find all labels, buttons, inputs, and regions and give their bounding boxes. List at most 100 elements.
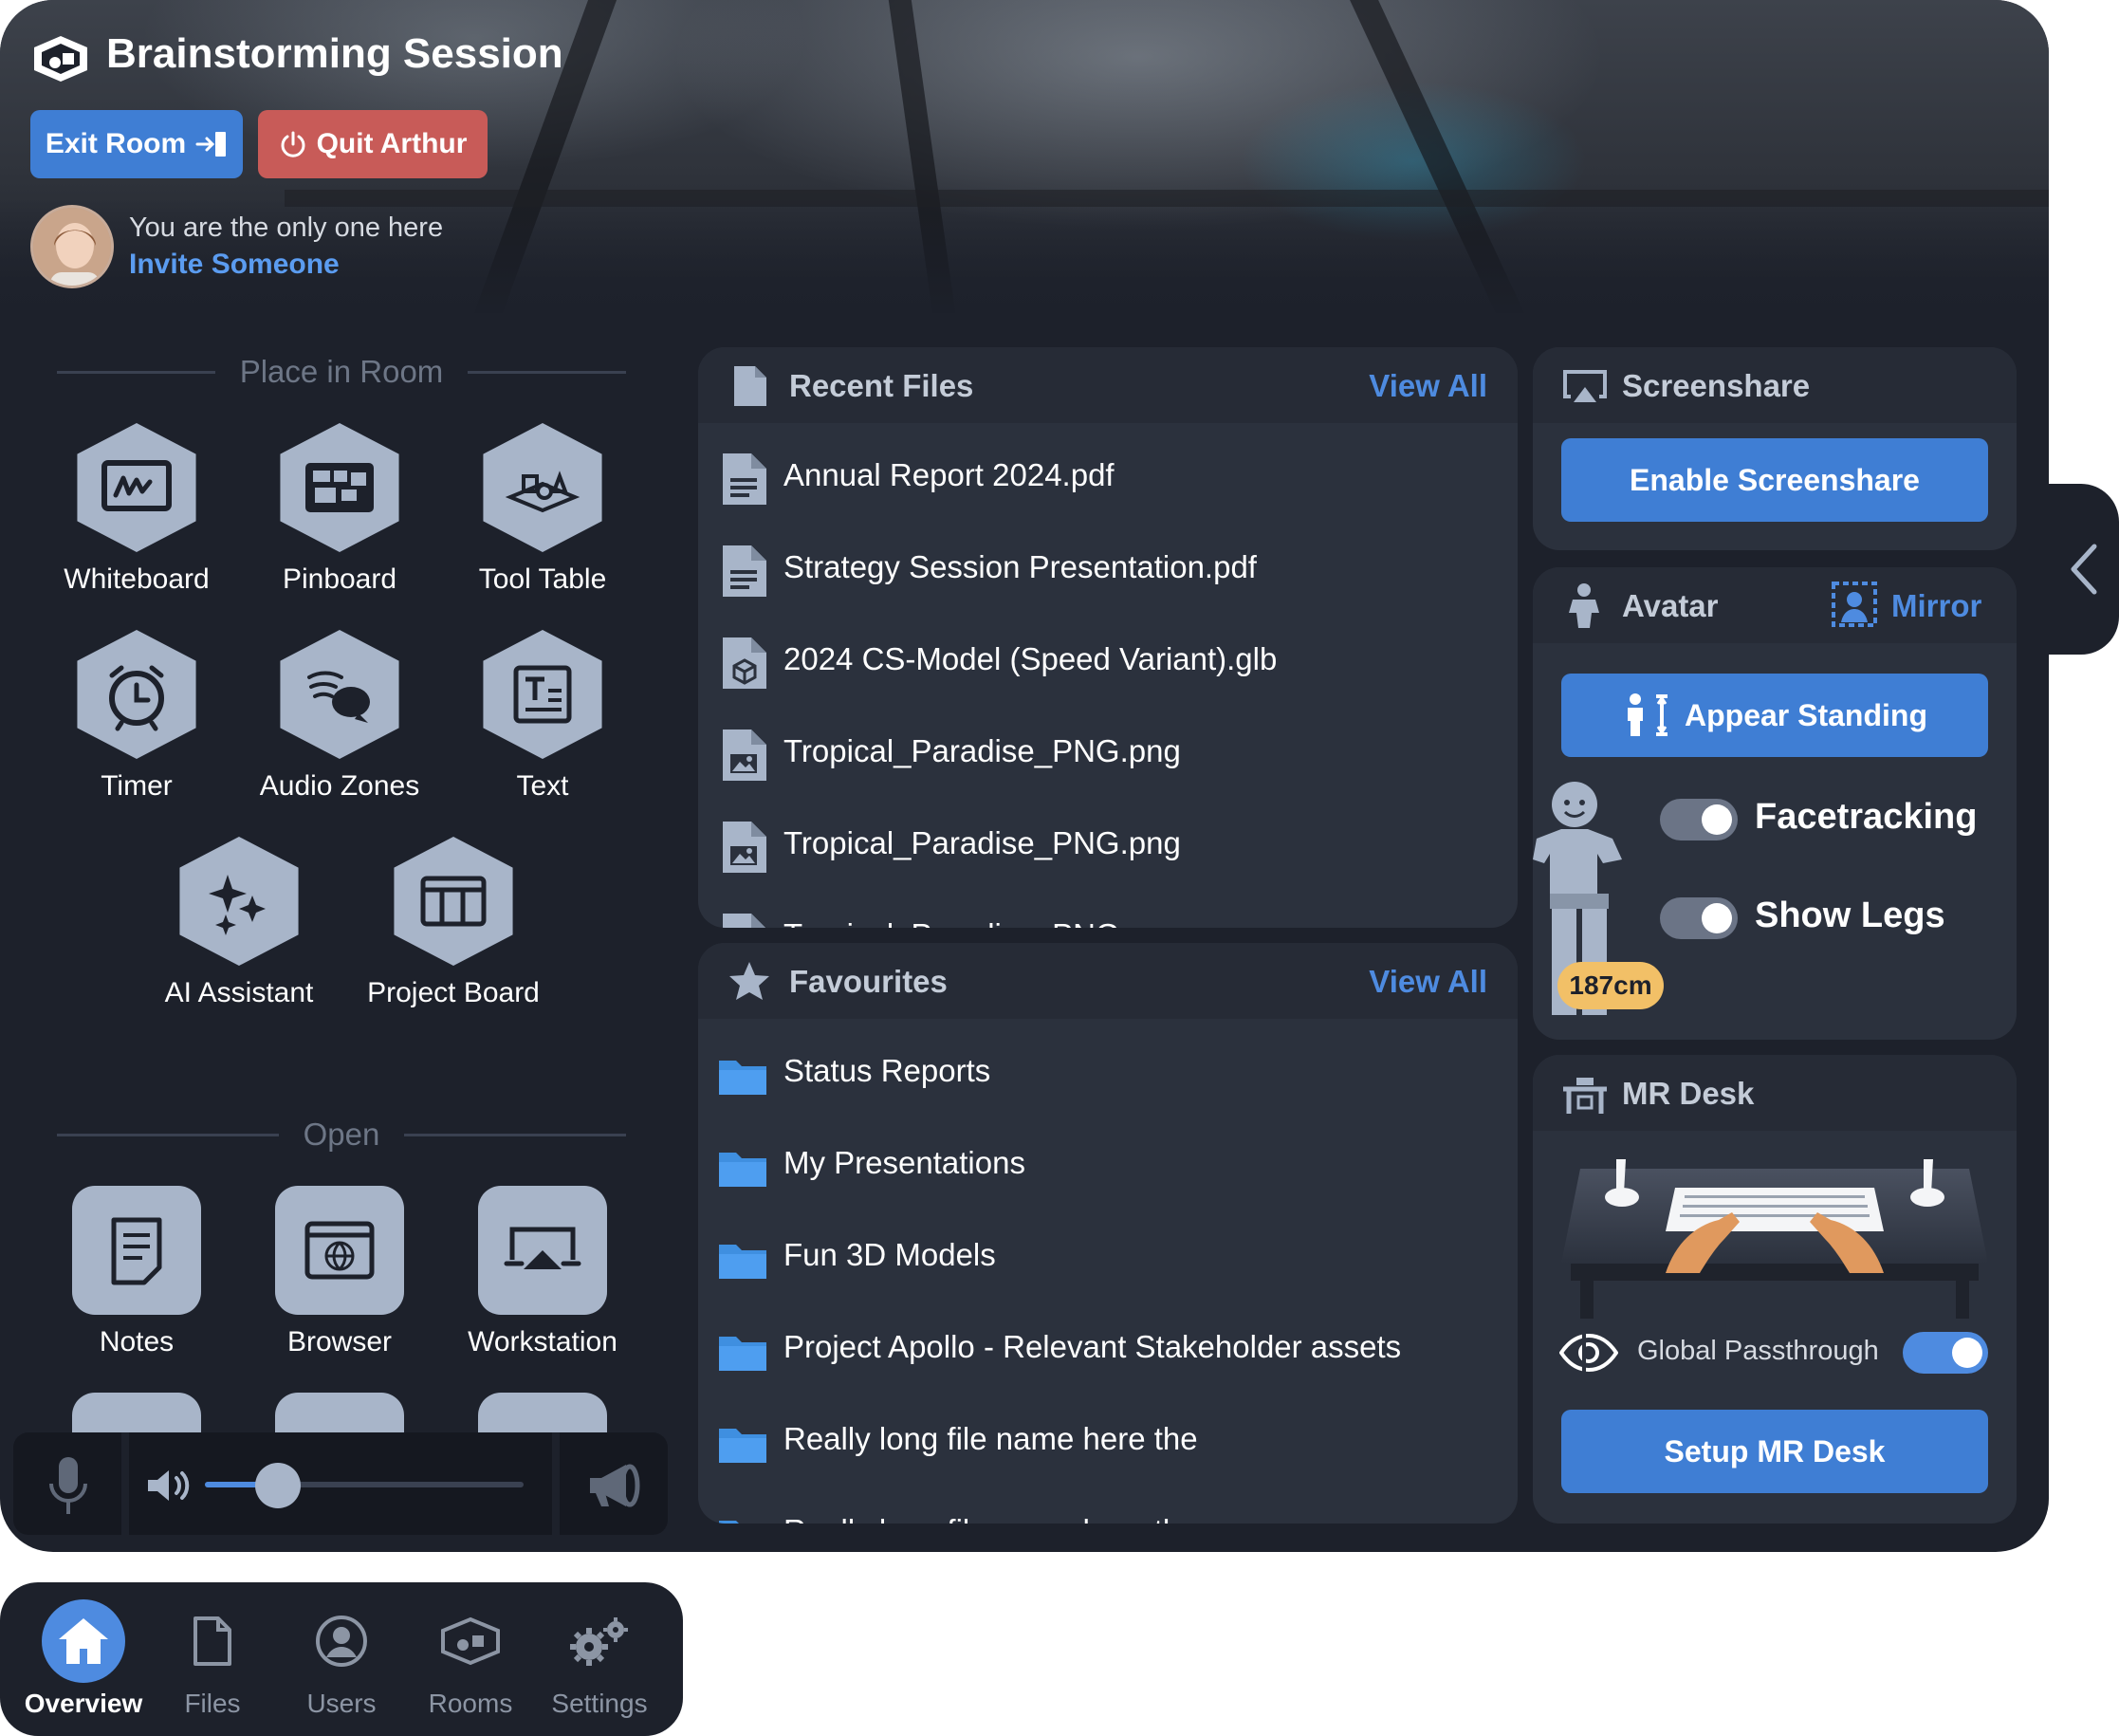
favourite-folder-row[interactable]: Really long file name here the — [698, 1396, 1518, 1487]
eye-passthrough-icon — [1559, 1333, 1618, 1373]
star-icon — [729, 962, 769, 1000]
presence-text: You are the only one here — [129, 212, 444, 243]
tool-audio-zones[interactable]: Audio Zones — [245, 630, 434, 829]
image-file-icon — [723, 822, 766, 873]
sparkles-icon — [209, 875, 266, 935]
model-file-icon — [723, 637, 766, 689]
power-icon — [281, 131, 305, 157]
recent-file-row[interactable]: 2024 CS-Model (Speed Variant).glb — [698, 617, 1518, 708]
chevron-left-icon — [2071, 544, 2097, 595]
volume-slider-handle[interactable] — [255, 1463, 301, 1508]
tool-ai-assistant[interactable]: AI Assistant — [144, 837, 334, 1036]
global-passthrough-toggle[interactable] — [1903, 1332, 1988, 1374]
recent-file-row[interactable]: Tropical_Paradise_PNG.png — [698, 893, 1518, 928]
tool-text[interactable]: Text — [448, 630, 637, 829]
file-icon — [193, 1616, 231, 1666]
open-heading: Open — [303, 1117, 380, 1152]
invite-someone-link[interactable]: Invite Someone — [129, 249, 340, 281]
tool-label: Project Board — [367, 977, 540, 1008]
tool-project-board[interactable]: Project Board — [359, 837, 548, 1036]
favourites-title: Favourites — [789, 964, 948, 999]
quit-app-button[interactable]: Quit Arthur — [258, 110, 488, 178]
browser-icon — [304, 1221, 375, 1280]
quit-app-label: Quit Arthur — [316, 128, 468, 159]
audio-controls — [13, 1432, 668, 1535]
app-notes[interactable]: Notes — [42, 1186, 231, 1385]
tool-label: Tool Table — [478, 563, 607, 595]
folder-icon — [719, 1245, 766, 1279]
text-icon — [513, 665, 572, 724]
facetracking-label: Facetracking — [1755, 797, 1978, 837]
mr-desk-card: MR Desk Global Passthrough Setup MR Desk — [1533, 1055, 2017, 1524]
user-icon — [316, 1616, 367, 1667]
app-logo-icon — [34, 36, 87, 82]
recent-file-row[interactable]: Tropical_Paradise_PNG.png — [698, 801, 1518, 892]
file-name: Strategy Session Presentation.pdf — [783, 549, 1257, 584]
mr-desk-illustration — [1561, 1159, 1988, 1319]
favourites-view-all-link[interactable]: View All — [1369, 964, 1487, 1000]
app-browser[interactable]: Browser — [245, 1186, 434, 1385]
folder-name: Fun 3D Models — [783, 1237, 996, 1272]
tool-pinboard[interactable]: Pinboard — [245, 423, 434, 622]
setup-mr-desk-button[interactable]: Setup MR Desk — [1561, 1410, 1988, 1493]
user-avatar[interactable] — [30, 205, 114, 288]
audio-zones-icon — [307, 671, 370, 723]
tool-whiteboard[interactable]: Whiteboard — [42, 423, 231, 622]
app-workstation[interactable]: Workstation — [448, 1186, 637, 1385]
folder-icon — [719, 1521, 739, 1524]
workstation-icon — [504, 1227, 581, 1269]
megaphone-icon[interactable] — [586, 1461, 643, 1510]
screenshare-icon — [1563, 370, 1607, 402]
nav-label: Settings — [551, 1689, 648, 1718]
file-name: 2024 CS-Model (Speed Variant).glb — [783, 641, 1278, 676]
favourite-folder-row[interactable]: Fun 3D Models — [698, 1212, 1518, 1303]
file-name: Annual Report 2024.pdf — [783, 457, 1115, 492]
timer-icon — [109, 665, 164, 731]
exit-room-button[interactable]: Exit Room — [30, 110, 243, 178]
show-legs-toggle[interactable] — [1660, 897, 1738, 939]
facetracking-toggle[interactable] — [1660, 799, 1738, 840]
standing-person-icon — [1627, 693, 1668, 736]
folder-icon — [719, 1061, 766, 1095]
favourite-folder-row[interactable]: Project Apollo - Relevant Stakeholder as… — [698, 1304, 1518, 1395]
gears-icon — [570, 1617, 628, 1666]
folder-name: Project Apollo - Relevant Stakeholder as… — [783, 1329, 1402, 1364]
mirror-toggle[interactable]: Mirror — [1831, 581, 1998, 632]
file-name: Tropical_Paradise_PNG.png — [783, 825, 1181, 860]
favourite-folder-row[interactable]: My Presentations — [698, 1120, 1518, 1211]
recent-file-row[interactable]: Annual Report 2024.pdf — [698, 433, 1518, 524]
document-file-icon — [723, 453, 766, 505]
microphone-icon[interactable] — [47, 1455, 89, 1516]
enable-screenshare-button[interactable]: Enable Screenshare — [1561, 438, 1988, 522]
speaker-volume-icon[interactable] — [146, 1467, 193, 1505]
tool-timer[interactable]: Timer — [42, 630, 231, 829]
recent-file-row[interactable]: Strategy Session Presentation.pdf — [698, 525, 1518, 616]
image-file-icon — [723, 914, 765, 928]
folder-name: My Presentations — [783, 1145, 1025, 1180]
home-icon — [59, 1618, 108, 1664]
collapse-panel-tab[interactable] — [2049, 484, 2119, 655]
bottom-navigation: Overview Files Users Rooms Settings — [0, 1582, 683, 1736]
avatar-title: Avatar — [1622, 588, 1719, 623]
tool-tool-table[interactable]: Tool Table — [448, 423, 637, 622]
screenshare-card: Screenshare Enable Screenshare — [1533, 347, 2017, 550]
file-icon — [734, 366, 766, 406]
exit-door-icon — [195, 132, 227, 157]
nav-settings[interactable]: Settings — [535, 1582, 664, 1736]
session-title: Brainstorming Session — [106, 30, 563, 77]
whiteboard-icon — [101, 460, 172, 511]
document-file-icon — [723, 545, 766, 597]
favourite-folder-row[interactable]: Really long file name here the — [698, 1488, 1518, 1524]
tool-table-icon — [505, 471, 580, 513]
favourite-folder-row[interactable]: Status Reports — [698, 1028, 1518, 1119]
open-header: Open — [57, 1116, 627, 1154]
mirror-label: Mirror — [1891, 588, 1982, 623]
appear-standing-label: Appear Standing — [1684, 697, 1927, 732]
file-name: Tropical_Paradise_PNG.png — [783, 733, 1181, 768]
project-board-icon — [420, 876, 487, 927]
favourites-card: Favourites View All Status Reports My Pre… — [698, 943, 1518, 1524]
folder-name: Really long file name here the — [783, 1513, 1198, 1524]
recent-files-view-all-link[interactable]: View All — [1369, 368, 1487, 404]
recent-file-row[interactable]: Tropical_Paradise_PNG.png — [698, 709, 1518, 800]
appear-standing-button[interactable]: Appear Standing — [1561, 674, 1988, 757]
